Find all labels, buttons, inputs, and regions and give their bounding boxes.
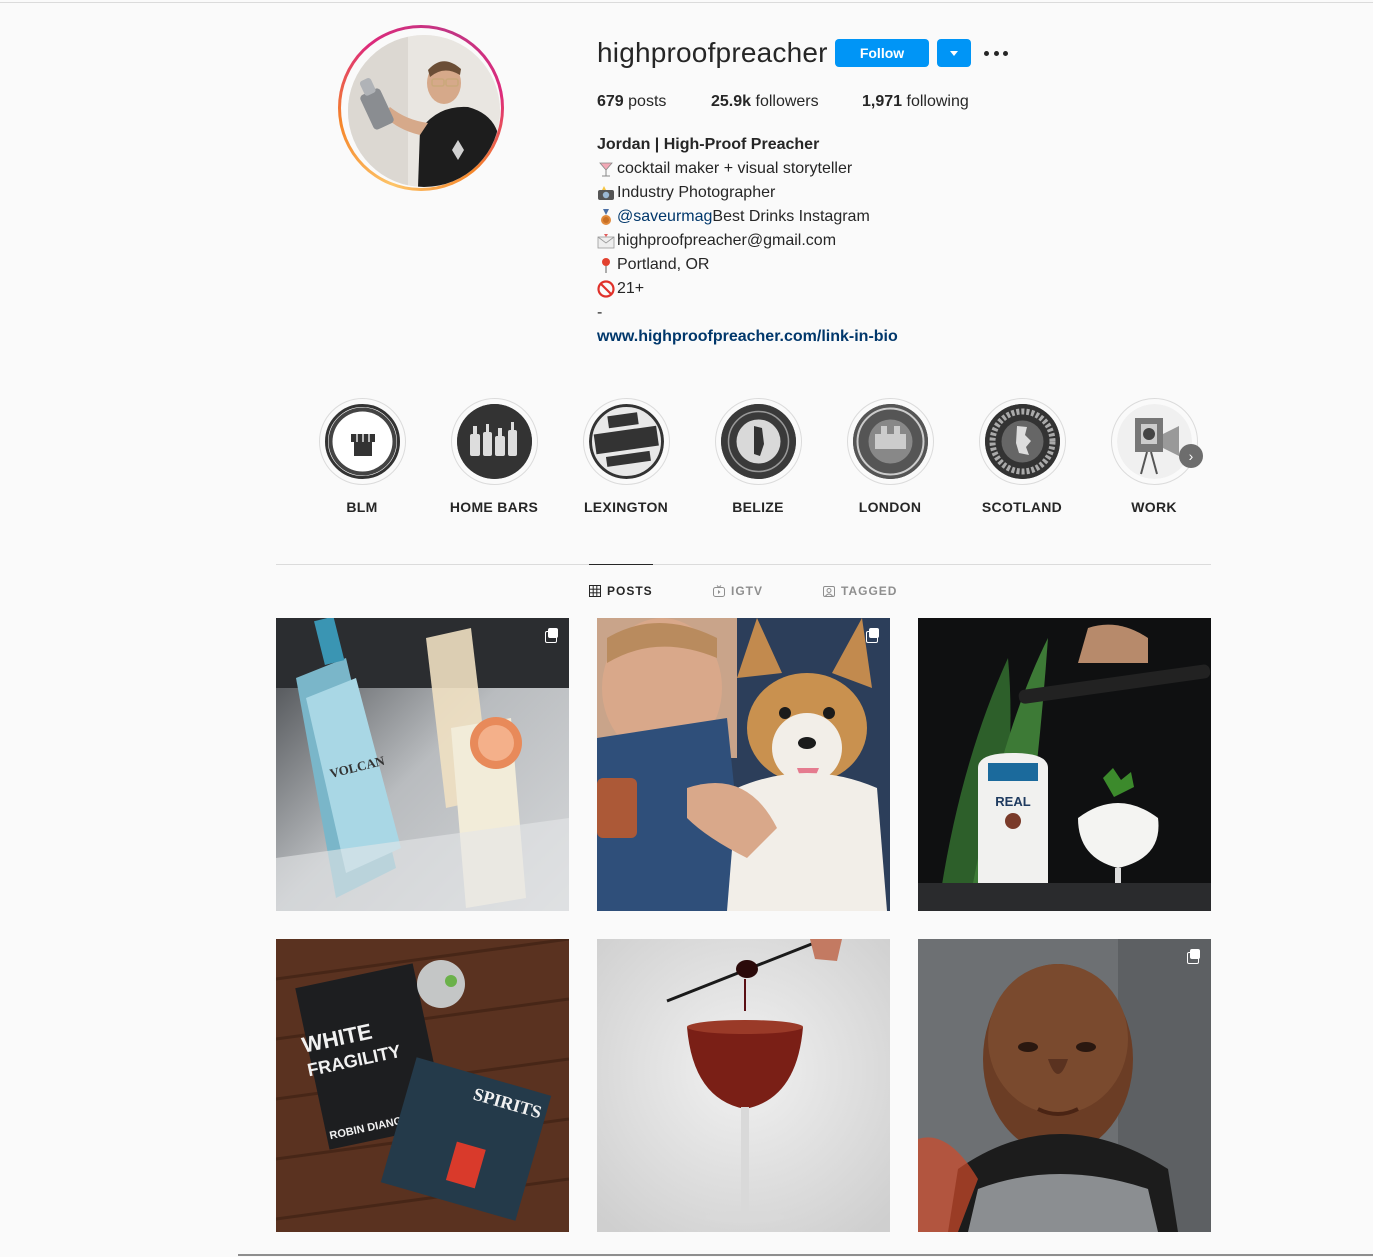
igtv-icon [713, 585, 725, 597]
bio-line-award: @saveurmag Best Drinks Instagram [597, 205, 898, 229]
highlight-label: LONDON [858, 499, 922, 515]
carousel-icon [866, 628, 880, 643]
tabs-divider [276, 564, 1211, 565]
bio-text: Industry Photographer [617, 184, 776, 201]
medal-icon [597, 208, 615, 226]
mention-link[interactable]: @saveurmag [617, 205, 712, 229]
grid-icon [589, 585, 601, 597]
tab-label: IGTV [731, 584, 764, 598]
profile-bio: Jordan | High-Proof Preacher cocktail ma… [597, 133, 898, 349]
tab-label: POSTS [607, 584, 653, 598]
tab-label: TAGGED [841, 584, 898, 598]
followers-count-label: followers [751, 93, 819, 110]
carousel-icon [545, 628, 559, 643]
post-tile[interactable]: VOLCAN [276, 618, 569, 911]
follow-button[interactable]: Follow [835, 39, 929, 67]
highlight-label: LEXINGTON [583, 499, 669, 515]
chevron-right-icon: › [1188, 448, 1194, 464]
bio-text: Portland, OR [617, 256, 710, 273]
highlight-lexington[interactable]: LEXINGTON [571, 398, 681, 515]
pin-icon [597, 256, 615, 274]
no-entry-icon [597, 280, 615, 298]
chevron-down-icon [950, 50, 958, 56]
bio-line-age: 21+ [597, 277, 898, 301]
highlight-label: BELIZE [732, 499, 784, 515]
more-options-button[interactable] [984, 44, 1008, 62]
posts-count-value: 679 [597, 93, 624, 110]
bio-line-email: highproofpreacher@gmail.com [597, 229, 898, 253]
posts-count: 679 posts [597, 93, 666, 111]
highlight-label: BLM [346, 499, 378, 515]
tab-tagged[interactable]: TAGGED [823, 584, 897, 598]
lexington-badge-icon [588, 404, 664, 479]
highlight-label: HOME BARS [449, 499, 539, 515]
post-tile[interactable] [597, 618, 890, 911]
bottom-divider [238, 1254, 1373, 1256]
bottles-icon [456, 404, 532, 479]
post-image [597, 618, 890, 911]
bio-text: 21+ [617, 280, 645, 297]
story-ring[interactable] [338, 25, 504, 191]
highlight-home-bars[interactable]: HOME BARS [439, 398, 549, 515]
dot-icon [984, 50, 989, 56]
bio-line-cocktail: cocktail maker + visual storyteller [597, 157, 898, 181]
following-count-value: 1,971 [862, 93, 903, 110]
highlight-label: WORK [1131, 499, 1177, 515]
post-image: WHITE FRAGILITY ROBIN DIANGELO SPIRITS [276, 939, 569, 1232]
profile-avatar[interactable] [348, 35, 500, 187]
highlights-next-button[interactable]: › [1179, 444, 1203, 468]
post-image [918, 939, 1211, 1232]
dot-icon [1003, 50, 1008, 56]
suggested-dropdown-button[interactable] [937, 39, 971, 67]
fist-icon [324, 404, 400, 479]
top-border [0, 2, 1373, 3]
highlight-label: SCOTLAND [981, 499, 1063, 515]
tab-igtv[interactable]: IGTV [713, 584, 763, 598]
bio-text: highproofpreacher@gmail.com [617, 232, 837, 249]
active-tab-indicator [589, 564, 653, 565]
cocktail-glass-icon [597, 160, 615, 178]
camera-flash-icon [597, 184, 615, 202]
following-count-label: following [902, 93, 969, 110]
scotland-badge-icon [984, 404, 1060, 479]
following-link[interactable]: 1,971 following [862, 93, 969, 111]
bio-text: cocktail maker + visual storyteller [617, 160, 853, 177]
highlight-blm[interactable]: BLM [307, 398, 417, 515]
profile-username: highproofpreacher [597, 37, 828, 68]
tab-posts[interactable]: POSTS [589, 584, 653, 598]
posts-count-label: posts [623, 93, 667, 110]
followers-link[interactable]: 25.9k followers [711, 93, 819, 111]
post-tile[interactable]: WHITE FRAGILITY ROBIN DIANGELO SPIRITS [276, 939, 569, 1232]
highlight-london[interactable]: LONDON [835, 398, 945, 515]
bio-line-location: Portland, OR [597, 253, 898, 277]
post-image: REAL [918, 618, 1211, 911]
envelope-icon [597, 232, 615, 250]
bio-line-dash: - [597, 304, 603, 321]
highlight-scotland[interactable]: SCOTLAND [967, 398, 1077, 515]
bottle-label-text: REAL [995, 794, 1030, 809]
dot-icon [993, 50, 999, 56]
post-image [597, 939, 890, 1232]
highlight-belize[interactable]: BELIZE [703, 398, 813, 515]
post-image: VOLCAN [276, 618, 569, 911]
carousel-icon [1187, 949, 1201, 964]
post-tile[interactable] [918, 939, 1211, 1232]
bio-website-link[interactable]: www.highproofpreacher.com/link-in-bio [597, 325, 898, 349]
tagged-icon [823, 585, 835, 597]
post-tile[interactable] [597, 939, 890, 1232]
bio-line-photographer: Industry Photographer [597, 181, 898, 205]
london-badge-icon [852, 404, 928, 479]
belize-badge-icon [720, 404, 796, 479]
camera-icon [1116, 404, 1192, 479]
bio-text: Best Drinks Instagram [712, 208, 870, 225]
full-name: Jordan | High-Proof Preacher [597, 136, 820, 153]
post-tile[interactable]: REAL [918, 618, 1211, 911]
followers-count-value: 25.9k [711, 93, 752, 110]
